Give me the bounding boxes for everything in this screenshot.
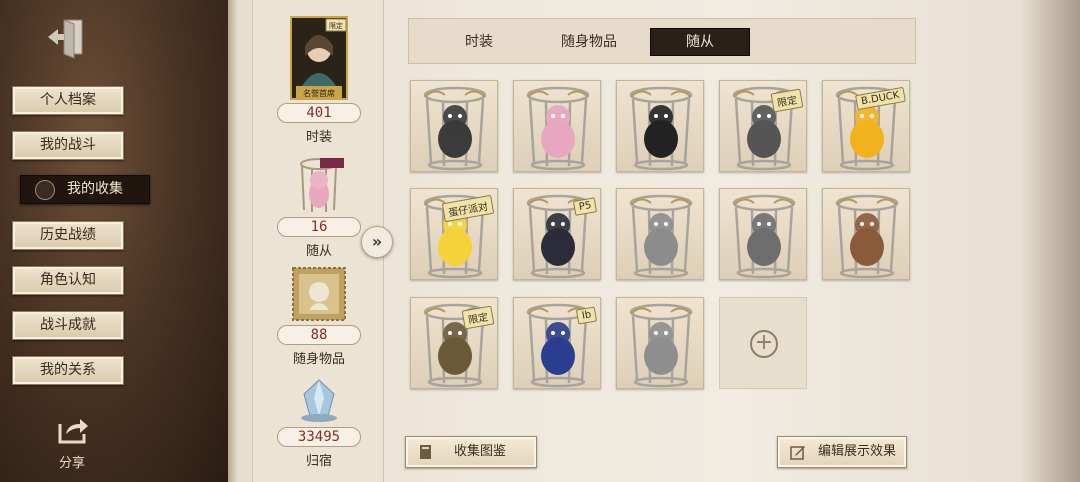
expand-arrow-button[interactable]: » — [361, 226, 393, 258]
companion-blue-doll-card[interactable]: Ib — [513, 297, 601, 389]
shield-icon — [35, 180, 55, 200]
costume-portrait-icon: 名誉首席 限定 — [290, 16, 348, 100]
costume-count: 401 — [277, 103, 361, 123]
share-button[interactable]: 分享 — [48, 416, 96, 472]
stat-accessory[interactable]: 88 随身物品 — [253, 266, 385, 367]
sidebar-item-relations[interactable]: 我的关系 — [12, 356, 124, 385]
paper-edge — [228, 0, 238, 482]
companion-reindeer-card[interactable] — [822, 188, 910, 280]
collection-guide-button[interactable]: 收集图鉴 — [405, 436, 537, 468]
costume-thumb-badge: 限定 — [329, 21, 343, 30]
share-icon — [58, 419, 88, 444]
home-label: 归宿 — [305, 454, 332, 469]
cage-icon — [526, 86, 590, 171]
tab-accessory[interactable]: 随身物品 — [539, 28, 639, 56]
home-count: 33495 — [277, 427, 361, 447]
companion-panda-card[interactable] — [616, 80, 704, 172]
edit-pencil-icon — [790, 446, 805, 460]
companion-rabbit-card[interactable] — [616, 188, 704, 280]
sidebar-item-my-battles[interactable]: 我的战斗 — [12, 131, 124, 160]
badge-label: Ib — [575, 306, 598, 325]
plus-icon: + — [750, 330, 778, 358]
costume-label: 时装 — [305, 130, 332, 145]
collection-guide-label: 收集图鉴 — [454, 444, 507, 459]
companion-gecko-card[interactable]: 限定 — [410, 297, 498, 389]
tab-bar: 时装 随身物品 随从 — [408, 18, 916, 64]
companion-robot-card[interactable] — [410, 80, 498, 172]
companion-tabby-cat-card[interactable] — [719, 188, 807, 280]
exit-door-icon — [48, 19, 83, 59]
stat-home[interactable]: 33495 归宿 — [253, 376, 385, 469]
sidebar-item-my-collection[interactable]: 我的收集 — [20, 175, 150, 204]
sidebar-item-history[interactable]: 历史战绩 — [12, 221, 124, 250]
companion-pink-bear-card[interactable] — [513, 80, 601, 172]
companion-owl-king-card[interactable] — [616, 297, 704, 389]
sidebar-item-profile[interactable]: 个人档案 — [12, 86, 124, 115]
companion-cage-icon — [300, 158, 344, 212]
book-icon — [420, 445, 431, 459]
companion-count: 16 — [277, 217, 361, 237]
costume-thumb-caption: 名誉首席 — [303, 88, 335, 98]
edit-display-button[interactable]: 编辑展示效果 — [777, 436, 907, 468]
stat-costume[interactable]: 名誉首席 限定 401 时装 — [253, 16, 385, 145]
companion-black-cat-card[interactable]: P5 — [513, 188, 601, 280]
add-companion-slot[interactable]: + — [719, 297, 807, 389]
companion-gear-doll-card[interactable]: 限定 — [719, 80, 807, 172]
left-sidebar: 个人档案 我的战斗 我的收集 历史战绩 角色认知 战斗成就 我的关系 分享 — [0, 0, 228, 482]
sidebar-item-achievements[interactable]: 战斗成就 — [12, 311, 124, 340]
accessory-stamp-icon — [292, 267, 346, 321]
edit-display-label: 编辑展示效果 — [818, 444, 897, 459]
home-crystal-icon — [301, 379, 337, 422]
cage-icon — [732, 194, 796, 279]
cage-icon — [629, 194, 693, 279]
tab-companion[interactable]: 随从 — [650, 28, 750, 56]
cage-icon — [835, 194, 899, 279]
cage-icon — [629, 86, 693, 171]
sidebar-item-label: 我的收集 — [67, 181, 123, 197]
companion-duck-card[interactable]: B.DUCK — [822, 80, 910, 172]
sidebar-item-role-cognition[interactable]: 角色认知 — [12, 266, 124, 295]
double-chevron-right-icon: » — [371, 232, 383, 251]
share-label: 分享 — [58, 456, 85, 471]
exit-button[interactable] — [44, 14, 90, 60]
tab-costume[interactable]: 时装 — [439, 28, 519, 56]
accessory-count: 88 — [277, 325, 361, 345]
accessory-label: 随身物品 — [292, 352, 345, 367]
cage-icon — [629, 303, 693, 388]
cage-icon — [423, 86, 487, 171]
companion-egg-blob-card[interactable]: 蛋仔派对 — [410, 188, 498, 280]
